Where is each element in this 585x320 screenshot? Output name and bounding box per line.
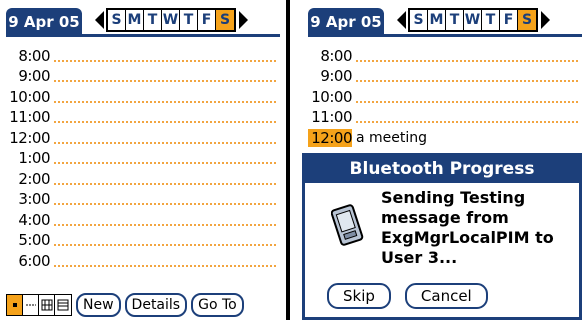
time-label: 10:00 <box>311 87 352 106</box>
message-line: Sending Testing <box>381 188 526 207</box>
time-label: 10:00 <box>9 87 50 106</box>
day-wednesday[interactable]: W <box>464 10 482 30</box>
time-slot[interactable]: 1:00 <box>6 147 280 167</box>
time-label: 9:00 <box>18 67 50 85</box>
screen-divider <box>286 0 290 320</box>
slot-dotted-line <box>54 162 276 164</box>
week-navigator: S M T W T F S <box>394 8 552 32</box>
slot-dotted-line <box>356 80 578 82</box>
slot-dotted-line <box>54 182 276 185</box>
time-slot[interactable]: 9:00 <box>308 65 582 85</box>
appointment-slot[interactable]: 12:00 a meeting <box>308 126 582 147</box>
time-slot[interactable]: 8:00 <box>6 44 280 65</box>
appointment-text[interactable]: a meeting <box>356 128 428 147</box>
slot-dotted-line <box>356 59 578 62</box>
day-saturday[interactable]: S <box>216 10 234 30</box>
message-line: message from <box>381 208 509 227</box>
slot-dotted-line <box>54 264 276 267</box>
time-label: 12:00 <box>9 128 50 147</box>
slot-dotted-line <box>54 141 276 144</box>
day-selector: S M T W T F S <box>106 8 236 32</box>
progress-message: Sending Testing message from ExgMgrLocal… <box>381 188 571 268</box>
time-label: 8:00 <box>320 46 352 65</box>
bottom-toolbar: New Details Go To <box>6 293 244 317</box>
slot-dotted-line <box>54 80 276 82</box>
header-underline <box>6 34 280 37</box>
day-monday[interactable]: M <box>126 10 144 30</box>
skip-button[interactable]: Skip <box>327 283 391 309</box>
day-wednesday[interactable]: W <box>162 10 180 30</box>
slot-dotted-line <box>356 121 578 123</box>
slot-dotted-line <box>54 59 276 62</box>
header-underline <box>308 34 582 37</box>
time-slot-list: 8:00 9:00 10:00 11:00 12:00 a meeting <box>308 44 582 147</box>
week-view-icon[interactable] <box>39 295 55 315</box>
list-view-icon[interactable] <box>55 295 71 315</box>
slot-dotted-line <box>54 203 276 205</box>
dialog-button-row: Skip Cancel <box>327 283 488 309</box>
time-slot[interactable]: 5:00 <box>6 229 280 249</box>
next-week-arrow-icon[interactable] <box>538 9 552 31</box>
time-label-selected: 12:00 <box>308 128 353 147</box>
time-slot[interactable]: 9:00 <box>6 65 280 85</box>
date-tab[interactable]: 9 Apr 05 <box>308 8 384 35</box>
time-slot[interactable]: 11:00 <box>308 106 582 126</box>
message-line: ExgMgrLocalPIM to <box>381 228 554 247</box>
day-friday[interactable]: F <box>198 10 216 30</box>
day-sunday[interactable]: S <box>410 10 428 30</box>
slot-dotted-line <box>54 100 276 103</box>
slot-dotted-line <box>54 244 276 246</box>
week-navigator: S M T W T F S <box>92 8 250 32</box>
day-sunday[interactable]: S <box>108 10 126 30</box>
goto-button[interactable]: Go To <box>191 293 244 317</box>
prev-week-arrow-icon[interactable] <box>394 9 408 31</box>
cancel-button[interactable]: Cancel <box>404 283 488 309</box>
time-label: 11:00 <box>311 108 352 126</box>
prev-week-arrow-icon[interactable] <box>92 9 106 31</box>
day-tuesday[interactable]: T <box>446 10 464 30</box>
time-label: 11:00 <box>9 108 50 126</box>
agenda-view-icon[interactable] <box>23 295 39 315</box>
time-label: 5:00 <box>18 231 50 249</box>
time-slot[interactable]: 8:00 <box>308 44 582 65</box>
day-friday[interactable]: F <box>500 10 518 30</box>
new-button[interactable]: New <box>76 293 121 317</box>
day-selector: S M T W T F S <box>408 8 538 32</box>
time-slot[interactable]: 10:00 <box>6 85 280 106</box>
day-saturday[interactable]: S <box>518 10 536 30</box>
time-label: 6:00 <box>18 251 50 270</box>
time-slot[interactable]: 2:00 <box>6 167 280 188</box>
next-week-arrow-icon[interactable] <box>236 9 250 31</box>
time-slot[interactable]: 12:00 <box>6 126 280 147</box>
day-view-icon[interactable] <box>7 295 23 315</box>
time-slot-list: 8:00 9:00 10:00 11:00 12:00 1:00 2:00 3:… <box>6 44 280 270</box>
message-line: User 3... <box>381 248 458 267</box>
details-button[interactable]: Details <box>124 293 188 317</box>
slot-dotted-line <box>54 121 276 123</box>
calendar-day-view-right: 9 Apr 05 S M T W T F S 8:00 9:00 10:00 1… <box>302 0 582 320</box>
handheld-device-icon <box>330 202 367 256</box>
time-slot[interactable]: 3:00 <box>6 188 280 208</box>
view-switcher <box>6 294 72 316</box>
time-label: 4:00 <box>18 210 50 229</box>
day-thursday[interactable]: T <box>180 10 198 30</box>
time-label: 2:00 <box>18 169 50 188</box>
date-tab[interactable]: 9 Apr 05 <box>6 8 82 35</box>
calendar-day-view-left: 9 Apr 05 S M T W T F S 8:00 9:00 10:00 1… <box>0 0 280 320</box>
time-label: 9:00 <box>320 67 352 85</box>
time-slot[interactable]: 11:00 <box>6 106 280 126</box>
day-thursday[interactable]: T <box>482 10 500 30</box>
time-label: 3:00 <box>18 190 50 208</box>
time-label: 1:00 <box>18 149 50 167</box>
time-label: 8:00 <box>18 46 50 65</box>
day-tuesday[interactable]: T <box>144 10 162 30</box>
slot-dotted-line <box>356 100 578 103</box>
bluetooth-progress-dialog: Bluetooth Progress Sending Testing messa… <box>302 153 582 320</box>
day-monday[interactable]: M <box>428 10 446 30</box>
time-slot[interactable]: 10:00 <box>308 85 582 106</box>
dialog-title: Bluetooth Progress <box>305 156 579 183</box>
slot-dotted-line <box>54 223 276 226</box>
time-slot[interactable]: 6:00 <box>6 249 280 270</box>
time-slot[interactable]: 4:00 <box>6 208 280 229</box>
